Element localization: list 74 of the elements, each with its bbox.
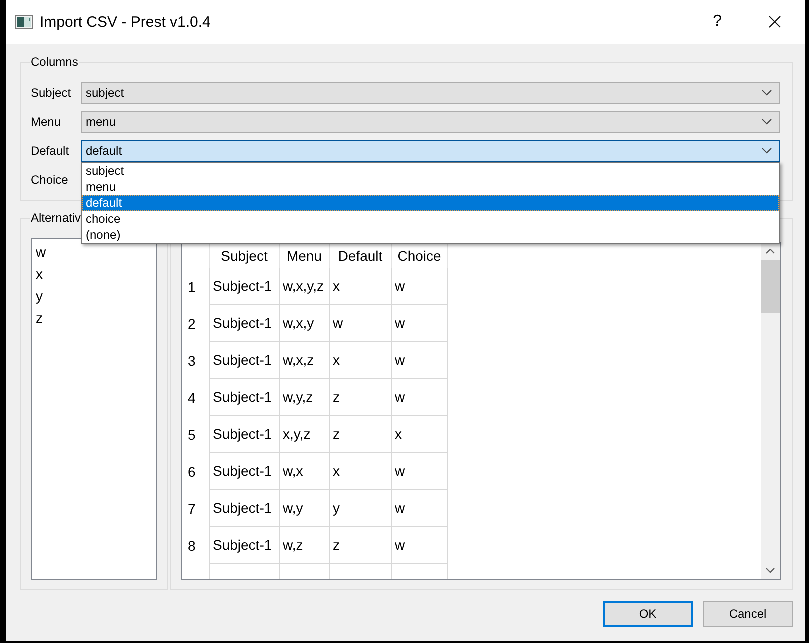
chevron-icon bbox=[762, 119, 772, 125]
table-cell: Subject-1 bbox=[210, 527, 280, 564]
list-item[interactable]: w bbox=[32, 241, 156, 263]
app-icon bbox=[15, 15, 33, 29]
row-header[interactable]: 3 bbox=[182, 342, 210, 379]
list-item[interactable]: z bbox=[32, 307, 156, 329]
column-header[interactable]: Menu bbox=[280, 243, 330, 268]
table-cell: w bbox=[392, 305, 448, 342]
table-cell: Subject-1 bbox=[210, 453, 280, 490]
table-cell: x bbox=[330, 268, 392, 305]
table-cell: Subject-1 bbox=[210, 268, 280, 305]
row-header[interactable]: 2 bbox=[182, 305, 210, 342]
field-label: Choice bbox=[31, 173, 70, 187]
dropdown-option[interactable]: subject bbox=[82, 163, 779, 179]
table-cell: w,z bbox=[280, 527, 330, 564]
dropdown[interactable]: subject bbox=[81, 82, 780, 104]
table-cell: z bbox=[330, 379, 392, 416]
table-cell: w bbox=[392, 268, 448, 305]
table-cell: w,y bbox=[280, 490, 330, 527]
row-header[interactable]: 6 bbox=[182, 453, 210, 490]
table-cell: w bbox=[392, 490, 448, 527]
row-header[interactable]: 8 bbox=[182, 527, 210, 564]
table-cell: x,y,z bbox=[280, 416, 330, 453]
table-cell: y bbox=[330, 490, 392, 527]
table-cell: w bbox=[392, 453, 448, 490]
chevron-icon bbox=[762, 90, 772, 96]
table-cell: Subject-1 bbox=[210, 490, 280, 527]
help-button[interactable]: ? bbox=[712, 13, 723, 31]
close-icon bbox=[769, 16, 781, 28]
dropdown-option[interactable]: choice bbox=[82, 211, 779, 227]
scrollbar[interactable] bbox=[761, 243, 780, 579]
dropdown-option[interactable]: default bbox=[82, 195, 779, 211]
table-cell: w,x,z bbox=[280, 342, 330, 379]
row-header[interactable]: 7 bbox=[182, 490, 210, 527]
row-header[interactable]: 5 bbox=[182, 416, 210, 453]
column-header[interactable]: Subject bbox=[210, 243, 280, 268]
table-cell: Subject-1 bbox=[210, 305, 280, 342]
table-cell: Subject-1 bbox=[210, 416, 280, 453]
window-title: Import CSV - Prest v1.0.4 bbox=[40, 14, 211, 30]
list-item[interactable]: x bbox=[32, 263, 156, 285]
table-cell: Subject-1 bbox=[210, 342, 280, 379]
field-label: Menu bbox=[31, 115, 62, 129]
scrollbar-thumb[interactable] bbox=[761, 260, 780, 313]
row-header[interactable]: 4 bbox=[182, 379, 210, 416]
row-header[interactable]: 1 bbox=[182, 268, 210, 305]
dropdown[interactable]: default bbox=[81, 140, 780, 162]
table-cell: w bbox=[392, 527, 448, 564]
table-cell: w,y,z bbox=[280, 379, 330, 416]
column-header[interactable]: Default bbox=[330, 243, 392, 268]
table-cell: w,x bbox=[280, 453, 330, 490]
table-cell: z bbox=[330, 527, 392, 564]
field-label: Subject bbox=[31, 86, 72, 100]
table-cell: x bbox=[330, 453, 392, 490]
dropdown-option[interactable]: (none) bbox=[82, 227, 779, 243]
dropdown[interactable]: menu bbox=[81, 111, 780, 133]
scroll-up-icon[interactable] bbox=[766, 249, 775, 254]
close-button[interactable] bbox=[767, 14, 783, 30]
table-cell: z bbox=[330, 416, 392, 453]
table-cell: w bbox=[392, 342, 448, 379]
table-cell: w,x,y,z bbox=[280, 268, 330, 305]
table-cell: w bbox=[330, 305, 392, 342]
dropdown-option[interactable]: menu bbox=[82, 179, 779, 195]
dialog-button[interactable]: Cancel bbox=[703, 601, 793, 627]
chevron-icon bbox=[762, 148, 772, 154]
table-cell: x bbox=[330, 342, 392, 379]
dialog-button[interactable]: OK bbox=[603, 601, 693, 627]
table-cell: Subject-1 bbox=[210, 379, 280, 416]
table-cell: w,x,y bbox=[280, 305, 330, 342]
scroll-down-icon[interactable] bbox=[766, 568, 775, 573]
column-header[interactable]: Choice bbox=[392, 243, 448, 268]
table-cell: x bbox=[392, 416, 448, 453]
table-cell: w bbox=[392, 379, 448, 416]
field-label: Default bbox=[31, 144, 70, 158]
list-item[interactable]: y bbox=[32, 285, 156, 307]
